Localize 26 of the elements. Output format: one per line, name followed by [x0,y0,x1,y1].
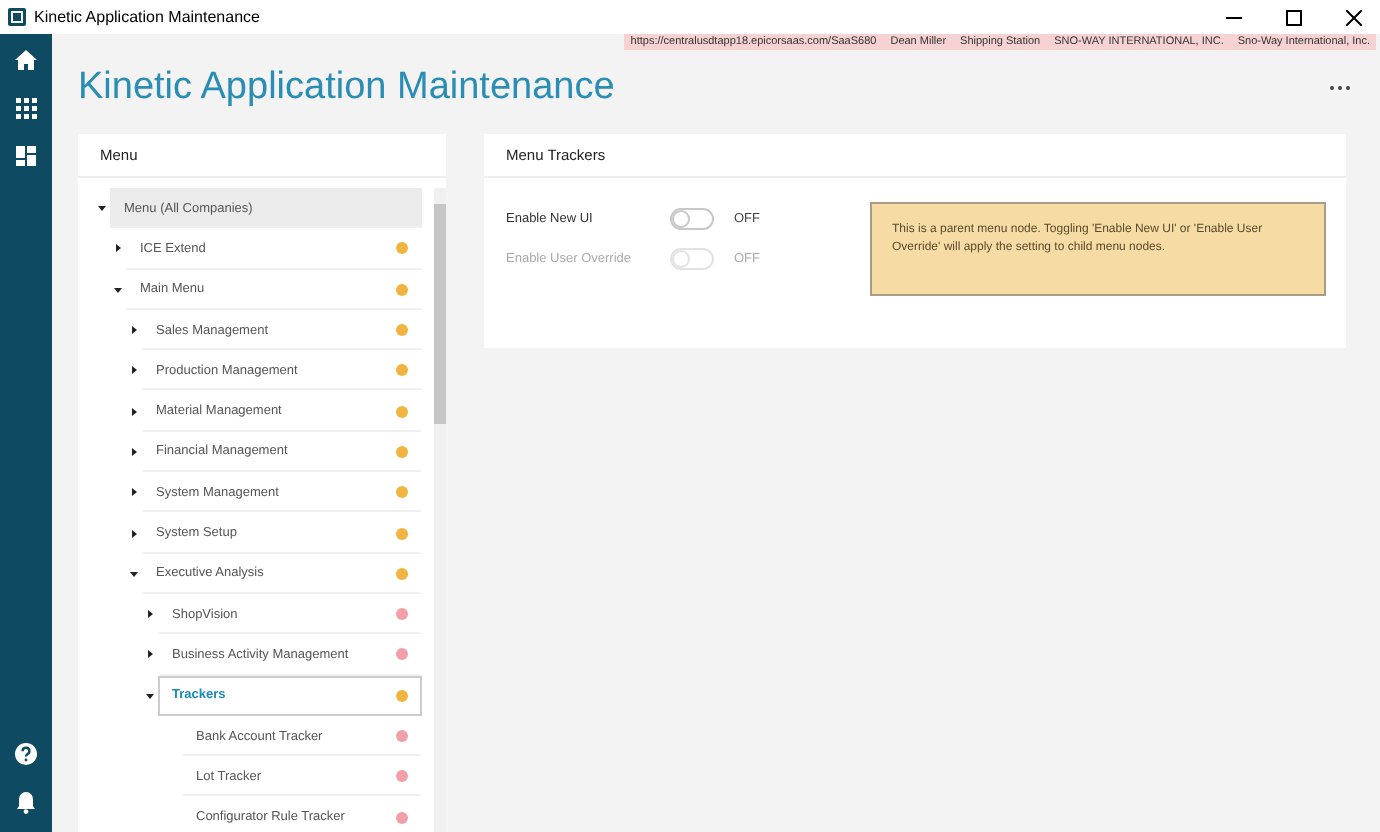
page-title: Kinetic Application Maintenance [78,66,617,110]
window-title: Kinetic Application Maintenance [34,8,262,26]
notification-bell-icon[interactable] [12,788,40,816]
caret-icon[interactable] [146,610,154,619]
maximize-icon[interactable] [1286,9,1302,25]
help-icon[interactable] [12,740,40,768]
home-icon[interactable] [12,46,40,74]
caret-icon[interactable] [130,447,138,456]
caret-icon[interactable] [130,569,138,578]
caret-icon[interactable] [114,244,122,253]
close-icon[interactable] [1346,9,1362,25]
dashboard-icon[interactable] [12,142,40,170]
caret-icon[interactable] [114,285,122,294]
caret-icon[interactable] [130,529,138,538]
scrollbar[interactable] [434,188,446,832]
app-logo-icon [8,8,26,26]
caret-icon[interactable] [146,691,154,700]
apps-grid-icon[interactable] [12,94,40,122]
caret-icon[interactable] [130,326,138,335]
caret-icon[interactable] [130,407,138,416]
caret-icon[interactable] [130,488,138,497]
caret-icon[interactable] [98,204,106,213]
caret-icon[interactable] [146,650,154,659]
caret-icon[interactable] [130,366,138,375]
more-options-icon[interactable] [1328,84,1352,92]
toggle-switch[interactable] [670,207,714,229]
